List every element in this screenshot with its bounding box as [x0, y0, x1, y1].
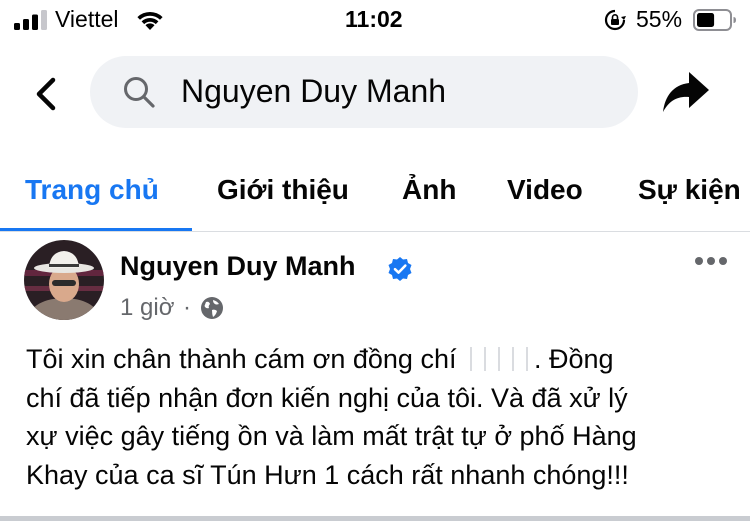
- tab-video[interactable]: Video: [507, 174, 583, 206]
- post-line-1-start: Tôi xin chân thành cám ơn đồng chí: [26, 344, 457, 374]
- status-time: 11:02: [345, 6, 403, 32]
- verified-badge-icon: [388, 257, 412, 281]
- post-line-2: chí đã tiếp nhận đơn kiến nghị của tôi. …: [26, 382, 628, 413]
- battery-percent: 55%: [636, 6, 683, 32]
- globe-icon: [201, 297, 223, 319]
- carrier-name: Viettel: [55, 6, 119, 32]
- post-line-1-end: . Đồng: [533, 344, 614, 374]
- post-text: Tôi xin chân thành cám ơn đồng chí . Đồn…: [26, 340, 726, 494]
- divider: [0, 231, 750, 232]
- share-arrow-icon: [663, 72, 709, 112]
- avatar[interactable]: [24, 240, 104, 320]
- status-bar: Viettel 11:02 55%: [0, 0, 750, 44]
- redacted-name: [463, 347, 534, 371]
- back-button[interactable]: [26, 72, 66, 116]
- post-timestamp[interactable]: 1 giờ: [120, 294, 174, 322]
- tab-trang-chu[interactable]: Trang chủ: [25, 174, 159, 206]
- post-line-3: xự việc gây tiếng ồn và làm mất trật tự …: [26, 421, 637, 451]
- profile-tabs: Trang chủ Giới thiệu Ảnh Video Sự kiện: [0, 160, 750, 232]
- tab-anh[interactable]: Ảnh: [402, 174, 456, 206]
- search-bar[interactable]: Nguyen Duy Manh: [90, 56, 638, 128]
- more-horizontal-icon: [695, 257, 727, 265]
- search-query[interactable]: Nguyen Duy Manh: [181, 73, 446, 110]
- separator-dot: ·: [183, 294, 191, 321]
- wifi-icon: [137, 11, 163, 30]
- tab-su-kien[interactable]: Sự kiện: [638, 174, 741, 206]
- chevron-left-icon: [36, 77, 56, 111]
- rotation-lock-icon: [604, 9, 626, 31]
- tab-gioi-thieu[interactable]: Giới thiệu: [217, 174, 349, 206]
- post-line-4: Khay của ca sĩ Tún Hưn 1 cách rất nhanh …: [26, 459, 629, 490]
- search-icon: [124, 77, 155, 108]
- avatar-image: [24, 240, 104, 320]
- post-more-button[interactable]: [689, 246, 733, 276]
- post-bottom-divider: [0, 516, 750, 521]
- post-author-name[interactable]: Nguyen Duy Manh: [120, 251, 356, 282]
- battery-icon: [693, 9, 736, 31]
- share-button[interactable]: [660, 66, 712, 118]
- post-line-1: Tôi xin chân thành cám ơn đồng chí . Đồn…: [26, 340, 726, 379]
- signal-icon: [14, 10, 47, 30]
